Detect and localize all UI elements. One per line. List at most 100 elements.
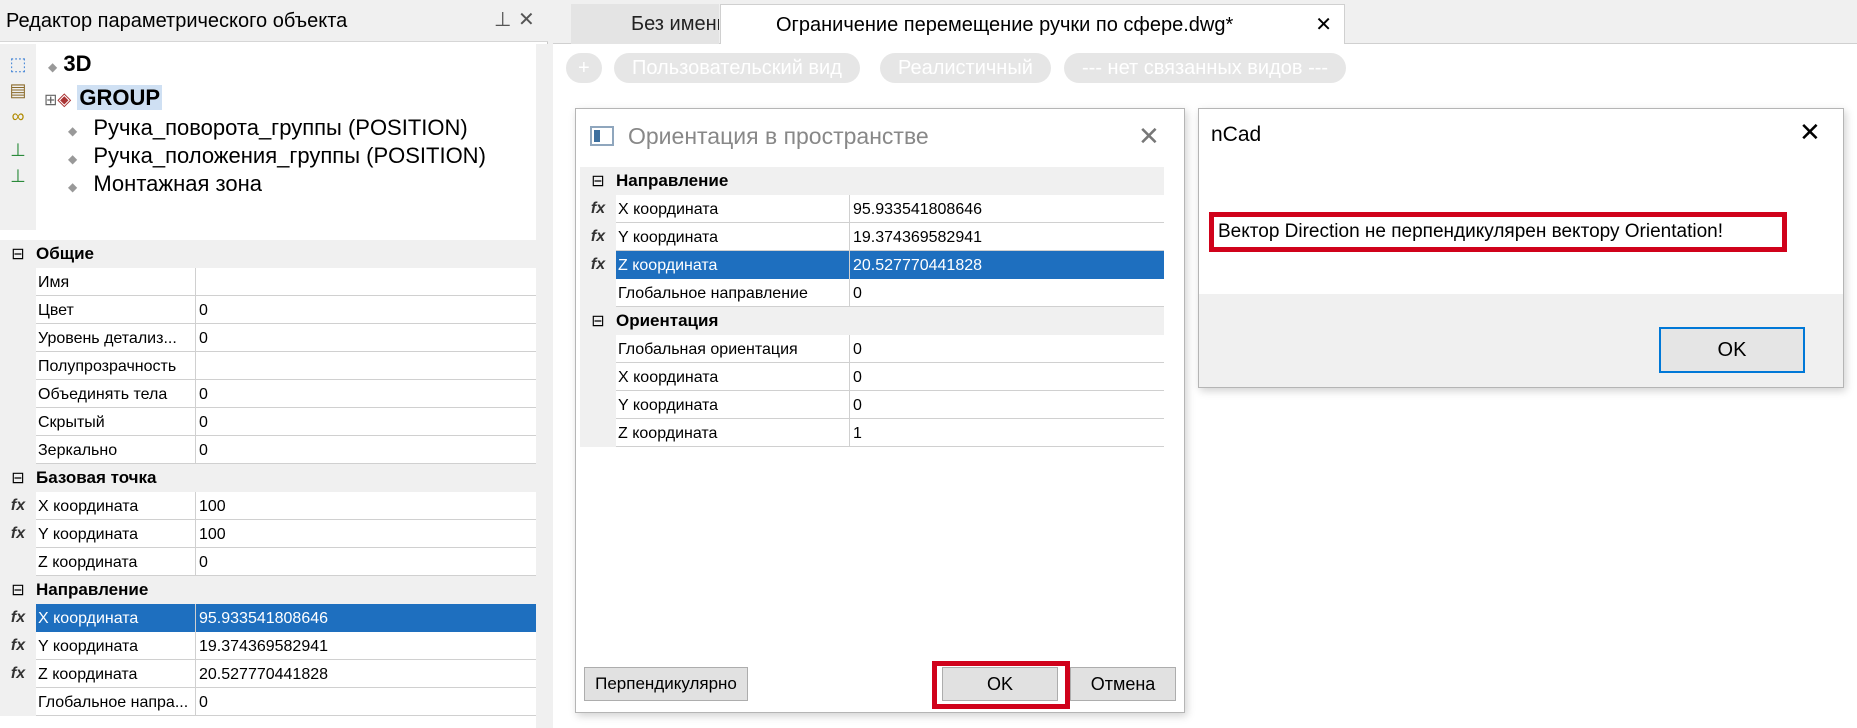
property-grid: ⊟ Общие Имя Цвет 0 Уровень детализ... 0 Полупро… [0,240,536,728]
expand-icon[interactable]: ⊞ [44,92,57,109]
property-value[interactable]: 1 [850,419,1164,447]
collapse-icon[interactable]: ⊟ [0,241,36,269]
collapse-icon[interactable]: ⊟ [580,168,616,196]
dialog-cancel-button[interactable]: Отмена [1070,667,1176,701]
visual-style-selector[interactable]: Реалистичный [880,53,1051,83]
category-header[interactable]: ⊟ Общие [0,240,536,268]
property-row[interactable]: Цвет 0 [0,296,536,324]
property-value[interactable]: 95.933541808646 [850,195,1164,223]
message-box-close-icon[interactable]: ✕ [1799,117,1821,148]
view-selector[interactable]: Пользовательский вид [614,53,860,83]
property-row[interactable]: Y координата 0 [580,391,1164,419]
property-row[interactable]: fx Y координата 100 [0,520,536,548]
property-value[interactable]: 19.374369582941 [850,223,1164,251]
panel-close-icon[interactable]: ✕ [518,8,535,32]
tree-item[interactable]: ◆ Монтажная зона [68,168,262,203]
properties-icon[interactable]: ▤ [6,78,30,102]
property-row[interactable]: Полупрозрачность [0,352,536,380]
property-value[interactable] [196,268,536,296]
group-icon: ◈ [57,89,72,109]
select-icon[interactable]: ⬚ [6,52,30,76]
property-row[interactable]: Глобальное направление 0 [580,279,1164,307]
property-name: Скрытый [36,408,196,436]
property-value[interactable]: 20.527770441828 [196,660,536,688]
property-row[interactable]: fx X координата 95.933541808646 [580,195,1164,223]
collapse-icon[interactable]: ⊟ [0,577,36,605]
axis-icon[interactable]: ⊥ [6,138,30,162]
collapse-icon[interactable]: ⊟ [580,308,616,336]
formula-icon: fx [580,251,616,279]
category-label: Ориентация [616,311,719,330]
property-row[interactable]: fx Y координата 19.374369582941 [0,632,536,660]
property-name: Z координата [616,251,850,279]
collapse-icon[interactable]: ⊟ [0,465,36,493]
property-value[interactable] [196,352,536,380]
property-name: Y координата [616,391,850,419]
tab-untitled[interactable]: Без имени0* [571,4,719,44]
row-gutter [0,268,36,296]
add-view-button[interactable]: + [566,53,602,83]
dialog-close-icon[interactable]: ✕ [1138,121,1160,152]
dialog-title: Ориентация в пространстве [628,123,929,149]
category-header[interactable]: ⊟ Ориентация [580,307,1164,335]
property-row[interactable]: fx X координата 100 [0,492,536,520]
message-ok-button[interactable]: OK [1659,327,1805,373]
property-value[interactable]: 100 [196,492,536,520]
property-row[interactable]: Скрытый 0 [0,408,536,436]
category-header[interactable]: ⊟ Направление [0,576,536,604]
property-value[interactable]: 0 [850,363,1164,391]
row-gutter [0,408,36,436]
row-gutter [580,279,616,307]
linked-views-selector[interactable]: --- нет связанных видов --- [1064,53,1347,83]
property-row[interactable]: fx X координата 95.933541808646 [0,604,536,632]
property-name: Уровень детализ... [36,324,196,352]
category-header[interactable]: ⊟ Базовая точка [0,464,536,492]
property-value[interactable]: 100 [196,520,536,548]
property-name: X координата [36,492,196,520]
property-row[interactable]: fx Z координата 20.527770441828 [580,251,1164,279]
property-value[interactable]: 0 [196,408,536,436]
tab-active-drawing[interactable]: Ограничение перемещение ручки по сфере.d… [720,4,1345,44]
panel-scrollbar[interactable] [536,44,548,728]
dialog-ok-button[interactable]: OK [942,667,1058,701]
property-value[interactable]: 0 [850,335,1164,363]
category-label: Направление [616,171,729,190]
formula-icon: fx [580,195,616,223]
formula-icon: fx [0,492,36,520]
binoculars-icon[interactable]: ∞ [6,104,30,128]
category-header[interactable]: ⊟ Направление [580,167,1164,195]
property-row[interactable]: Зеркально 0 [0,436,536,464]
property-value[interactable]: 0 [196,688,536,716]
property-row[interactable]: Объединять тела 0 [0,380,536,408]
property-row[interactable]: Глобальная ориентация 0 [580,335,1164,363]
axis-add-icon[interactable]: ⊥ [6,164,30,188]
property-row[interactable]: fx Z координата 20.527770441828 [0,660,536,688]
property-value[interactable]: 0 [196,436,536,464]
tab-close-icon[interactable]: ✕ [1315,5,1332,45]
panel-title: Редактор параметрического объекта [0,0,548,42]
property-value[interactable]: 0 [196,548,536,576]
property-name: X координата [616,195,850,223]
perpendicular-button[interactable]: Перпендикулярно [584,667,748,701]
property-value[interactable]: 0 [196,296,536,324]
property-value[interactable]: 0 [850,391,1164,419]
formula-icon: fx [0,632,36,660]
pin-icon[interactable]: ⊥ [494,8,511,32]
category-label: Общие [36,244,94,263]
property-row[interactable]: Z координата 1 [580,419,1164,447]
property-name: Глобальная ориентация [616,335,850,363]
property-value[interactable]: 95.933541808646 [196,604,536,632]
property-row[interactable]: Имя [0,268,536,296]
tree-root[interactable]: ◆ 3D [48,48,91,83]
row-gutter [0,436,36,464]
property-value[interactable]: 0 [196,380,536,408]
property-value[interactable]: 19.374369582941 [196,632,536,660]
property-row[interactable]: Z координата 0 [0,548,536,576]
property-row[interactable]: Уровень детализ... 0 [0,324,536,352]
property-value[interactable]: 0 [850,279,1164,307]
property-value[interactable]: 20.527770441828 [850,251,1164,279]
property-row[interactable]: fx Y координата 19.374369582941 [580,223,1164,251]
property-value[interactable]: 0 [196,324,536,352]
property-row[interactable]: Глобальное напра... 0 [0,688,536,716]
property-row[interactable]: X координата 0 [580,363,1164,391]
